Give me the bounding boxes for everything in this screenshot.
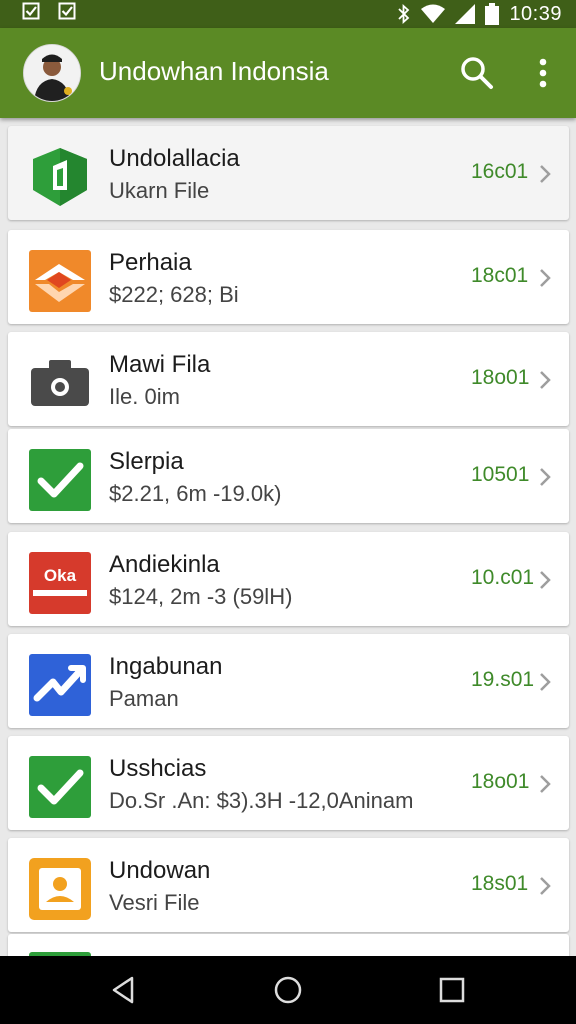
chevron-right-icon — [540, 571, 551, 589]
avatar[interactable] — [23, 44, 81, 102]
signal-icon — [455, 4, 476, 24]
item-count: 10501 — [471, 463, 530, 486]
item-count: 18s01 — [471, 872, 529, 895]
home-icon[interactable] — [272, 974, 304, 1006]
item-title: Ingabunan — [109, 653, 223, 680]
chevron-right-icon — [540, 468, 551, 486]
camera-icon — [31, 360, 89, 406]
list-item[interactable]: Perhaia $222; 628; Bi 18c01 — [8, 230, 569, 324]
shield-icon — [33, 148, 87, 206]
item-subtitle: Vesri File — [109, 890, 200, 915]
bluetooth-icon — [398, 4, 410, 24]
chevron-right-icon — [540, 877, 551, 895]
item-count: 18c01 — [471, 264, 529, 287]
item-subtitle: Do.Sr .An: $3).3H -12,0Aninam — [109, 788, 414, 813]
item-count: 19.s01 — [471, 668, 535, 691]
item-subtitle: Ile. 0im — [109, 384, 180, 409]
chevron-right-icon — [540, 165, 551, 183]
navigation-bar — [0, 956, 576, 1024]
checkbox-notification-icon — [22, 2, 40, 20]
brand-badge-icon: Oka — [29, 552, 91, 614]
item-subtitle: $2.21, 6m -19.0k) — [109, 481, 282, 506]
trend-icon — [29, 654, 91, 716]
system-icons: 10:39 — [397, 0, 562, 28]
more-options-icon[interactable] — [530, 54, 556, 92]
check-icon — [29, 449, 91, 511]
checkbox-notification-icon — [58, 2, 76, 20]
back-icon[interactable] — [108, 974, 140, 1006]
list-item[interactable]: Oka Andiekinla $124, 2m -3 (59lH) 10.c01 — [8, 532, 569, 626]
list-item[interactable]: Mawi Fila Ile. 0im 18o01 — [8, 332, 569, 426]
search-icon[interactable] — [458, 54, 496, 92]
chevron-right-icon — [540, 269, 551, 287]
list-item-partial[interactable] — [8, 934, 569, 956]
item-count: 16c01 — [471, 160, 529, 183]
item-title: Usshcias — [109, 755, 207, 782]
item-title: Undowan — [109, 857, 211, 884]
person-icon — [29, 858, 91, 920]
item-title: Slerpia — [109, 448, 184, 475]
recents-icon[interactable] — [436, 974, 468, 1006]
item-subtitle: $222; 628; Bi — [109, 282, 239, 307]
profile-photo-icon — [24, 45, 80, 101]
brand-badge-text: Oka — [43, 566, 77, 585]
list-item[interactable]: Usshcias Do.Sr .An: $3).3H -12,0Aninam 1… — [8, 736, 569, 830]
list-item[interactable]: Slerpia $2.21, 6m -19.0k) 10501 — [8, 429, 569, 523]
item-subtitle: Ukarn File — [109, 178, 210, 203]
chevron-right-icon — [540, 775, 551, 793]
notification-icons — [22, 2, 76, 20]
app-bar: Undowhan Indonsia — [0, 28, 576, 118]
check-icon — [29, 756, 91, 818]
badge-stripe — [33, 590, 87, 596]
status-bar: 10:39 — [0, 0, 576, 28]
item-title: Mawi Fila — [109, 351, 211, 378]
item-count: 10.c01 — [471, 566, 535, 589]
wifi-icon — [421, 4, 446, 23]
battery-icon — [485, 3, 500, 25]
item-title: Andiekinla — [109, 551, 220, 578]
chevron-right-icon — [540, 673, 551, 691]
clock: 10:39 — [509, 2, 562, 25]
item-title: Undolallacia — [109, 145, 240, 172]
list-item[interactable]: Ingabunan Paman 19.s01 — [8, 634, 569, 728]
list-item[interactable]: Undolallacia Ukarn File 16c01 — [8, 126, 569, 220]
item-count: 18o01 — [471, 770, 530, 793]
chevron-right-icon — [540, 371, 551, 389]
file-list: Undolallacia Ukarn File 16c01 Perhaia $2… — [0, 118, 576, 956]
item-subtitle: $124, 2m -3 (59lH) — [109, 584, 293, 609]
item-count: 18o01 — [471, 366, 530, 389]
list-item[interactable]: Undowan Vesri File 18s01 — [8, 838, 569, 932]
transfer-icon — [29, 250, 91, 312]
item-subtitle: Paman — [109, 686, 179, 711]
app-title: Undowhan Indonsia — [99, 56, 329, 86]
item-title: Perhaia — [109, 249, 192, 276]
